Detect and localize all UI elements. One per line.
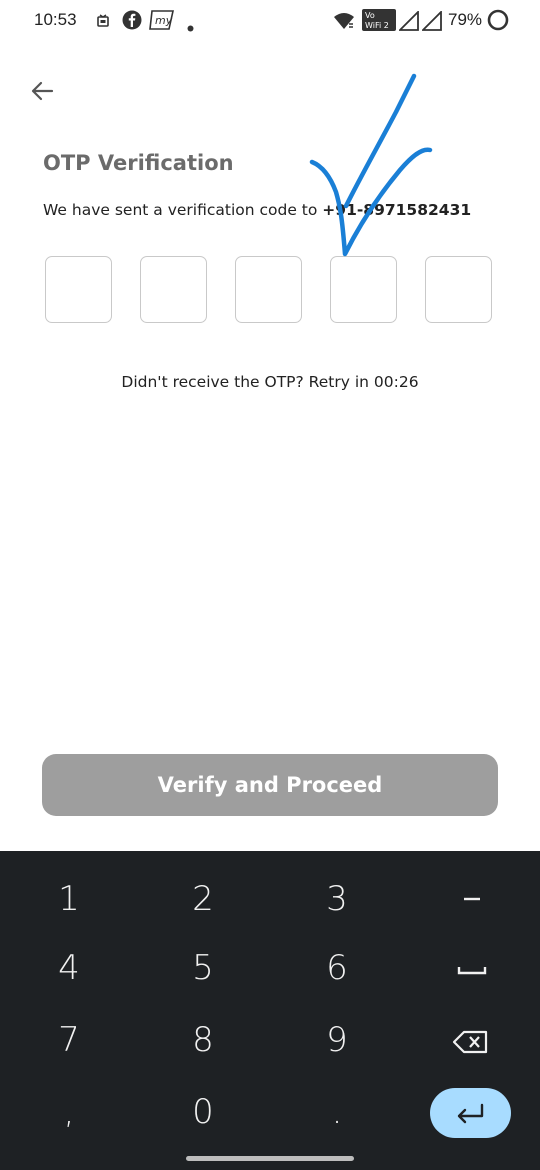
key-3[interactable]: 3: [287, 866, 387, 932]
signal-icon-1: [397, 9, 419, 31]
key-2[interactable]: 2: [153, 866, 253, 932]
arrow-left-icon: [31, 81, 54, 101]
otp-input-row: [45, 256, 492, 323]
otp-digit-1[interactable]: [45, 256, 112, 323]
status-time: 10:53: [34, 10, 77, 29]
numeric-keyboard: 1 2 3 4 5 6 7 8 9 , 0 .: [0, 851, 540, 1170]
dot-icon: [187, 17, 194, 35]
facebook-icon: [122, 10, 142, 30]
battery-icon: [487, 9, 509, 31]
enter-icon: [457, 1103, 484, 1124]
notification-icon: [97, 13, 109, 31]
backspace-icon: [452, 1030, 488, 1054]
key-9[interactable]: 9: [287, 1007, 387, 1073]
key-0[interactable]: 0: [153, 1079, 253, 1145]
phone-number: +91-8971582431: [322, 201, 472, 219]
svg-text:WiFi 2: WiFi 2: [365, 21, 389, 30]
verify-and-proceed-button[interactable]: Verify and Proceed: [42, 754, 498, 816]
svg-text:Vo: Vo: [365, 11, 375, 20]
myntra-app-icon: my: [149, 9, 175, 30]
key-comma[interactable]: ,: [19, 1079, 119, 1145]
check-mark-icon: [309, 73, 433, 257]
key-6[interactable]: 6: [287, 935, 387, 1001]
key-5[interactable]: 5: [153, 935, 253, 1001]
otp-digit-4[interactable]: [330, 256, 397, 323]
key-8[interactable]: 8: [153, 1007, 253, 1073]
back-button[interactable]: [28, 76, 58, 106]
retry-message: Didn't receive the OTP? Retry in 00:26: [121, 373, 419, 391]
navigation-handle[interactable]: [186, 1156, 354, 1161]
page-title: OTP Verification: [43, 151, 234, 175]
enter-key[interactable]: [430, 1088, 511, 1138]
svg-text:my: my: [155, 14, 173, 27]
sent-code-message: We have sent a verification code to +91-…: [43, 201, 471, 219]
space-key[interactable]: [455, 953, 489, 987]
key-period[interactable]: .: [287, 1079, 387, 1145]
signal-icon-2: [420, 9, 442, 31]
vowifi-icon: Vo WiFi 2: [362, 9, 396, 31]
key-1[interactable]: 1: [19, 866, 119, 932]
key-4[interactable]: 4: [19, 935, 119, 1001]
battery-level: 79%: [448, 10, 483, 29]
otp-digit-5[interactable]: [425, 256, 492, 323]
backspace-key[interactable]: [452, 1024, 492, 1060]
hyphen-icon: [464, 897, 480, 901]
sent-code-text: We have sent a verification code to: [43, 201, 323, 219]
otp-digit-2[interactable]: [140, 256, 207, 323]
key-7[interactable]: 7: [19, 1007, 119, 1073]
wifi-icon: [333, 12, 355, 30]
hyphen-key[interactable]: [455, 881, 489, 915]
space-icon: [457, 967, 487, 975]
otp-digit-3[interactable]: [235, 256, 302, 323]
status-bar: 10:53 my Vo WiFi 2 79%: [0, 0, 540, 40]
